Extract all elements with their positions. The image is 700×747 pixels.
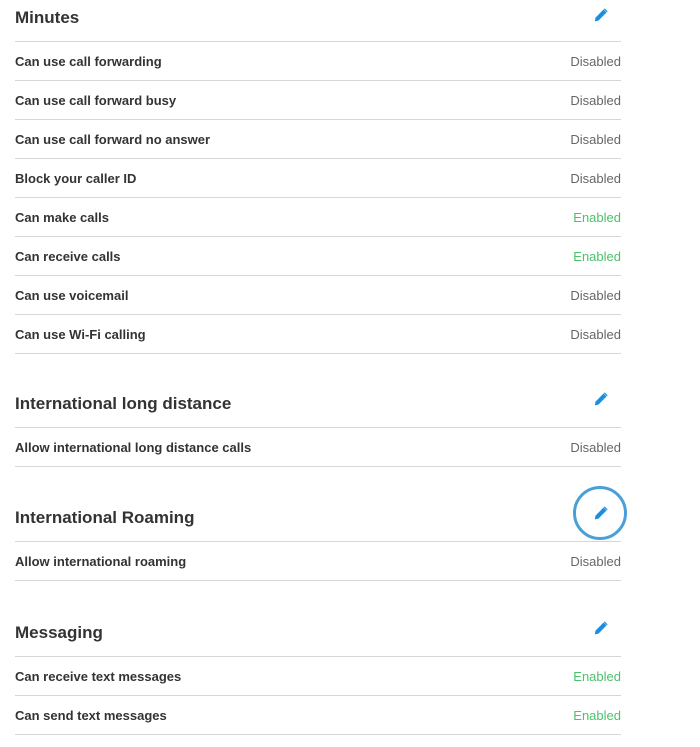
setting-label: Can send text messages: [15, 707, 167, 723]
setting-label: Can use call forward no answer: [15, 131, 211, 147]
pencil-icon: [594, 505, 608, 519]
setting-value: Disabled: [570, 326, 621, 342]
setting-label: Can make calls: [15, 209, 109, 225]
setting-row: Can use voicemail Disabled: [15, 276, 621, 315]
setting-label: Can receive calls: [15, 248, 121, 264]
section-minutes: Minutes Can use call forwarding Disabled…: [15, 0, 621, 354]
section-title: International Roaming: [15, 508, 195, 527]
setting-label: Can use voicemail: [15, 287, 129, 303]
setting-row: Can use call forwarding Disabled: [15, 42, 621, 81]
setting-label: Can use Wi-Fi calling: [15, 326, 146, 342]
section-header: International long distance: [15, 386, 621, 428]
setting-row: Allow international long distance calls …: [15, 428, 621, 467]
pencil-icon: [594, 620, 608, 634]
edit-international-roaming-button[interactable]: [573, 486, 627, 540]
setting-row: Can send text messages Enabled: [15, 696, 621, 735]
edit-minutes-button[interactable]: [587, 2, 613, 28]
setting-label: Can receive text messages: [15, 668, 182, 684]
section-title: Minutes: [15, 8, 80, 27]
setting-label: Can use call forwarding: [15, 53, 162, 69]
setting-row: Block your caller ID Disabled: [15, 159, 621, 198]
section-international-long-distance: International long distance Allow intern…: [15, 386, 621, 467]
section-title: International long distance: [15, 394, 232, 413]
setting-row: Allow international roaming Disabled: [15, 542, 621, 581]
setting-value: Disabled: [570, 92, 621, 108]
edit-international-long-distance-button[interactable]: [587, 386, 613, 412]
setting-row: Can use Wi-Fi calling Disabled: [15, 315, 621, 354]
setting-row: Can use call forward no answer Disabled: [15, 120, 621, 159]
section-international-roaming: International Roaming Allow internationa…: [15, 486, 627, 581]
setting-value: Enabled: [573, 707, 621, 723]
setting-value: Disabled: [570, 553, 621, 569]
pencil-icon: [594, 391, 608, 405]
edit-messaging-button[interactable]: [587, 615, 613, 641]
setting-label: Block your caller ID: [15, 170, 137, 186]
setting-value: Disabled: [570, 170, 621, 186]
setting-row: Can receive text messages Enabled: [15, 657, 621, 696]
setting-label: Allow international roaming: [15, 553, 187, 569]
setting-value: Enabled: [573, 248, 621, 264]
setting-value: Enabled: [573, 209, 621, 225]
pencil-icon: [594, 7, 608, 21]
section-title: Messaging: [15, 623, 103, 642]
setting-value: Disabled: [570, 131, 621, 147]
section-header: Minutes: [15, 0, 621, 42]
setting-row: Can use call forward busy Disabled: [15, 81, 621, 120]
section-header: Messaging: [15, 615, 621, 657]
setting-row: Can receive calls Enabled: [15, 237, 621, 276]
section-header: International Roaming: [15, 486, 627, 542]
setting-value: Enabled: [573, 668, 621, 684]
setting-value: Disabled: [570, 287, 621, 303]
setting-value: Disabled: [570, 53, 621, 69]
setting-value: Disabled: [570, 439, 621, 455]
setting-row: Can make calls Enabled: [15, 198, 621, 237]
setting-label: Allow international long distance calls: [15, 439, 252, 455]
section-messaging: Messaging Can receive text messages Enab…: [15, 615, 621, 735]
setting-label: Can use call forward busy: [15, 92, 177, 108]
